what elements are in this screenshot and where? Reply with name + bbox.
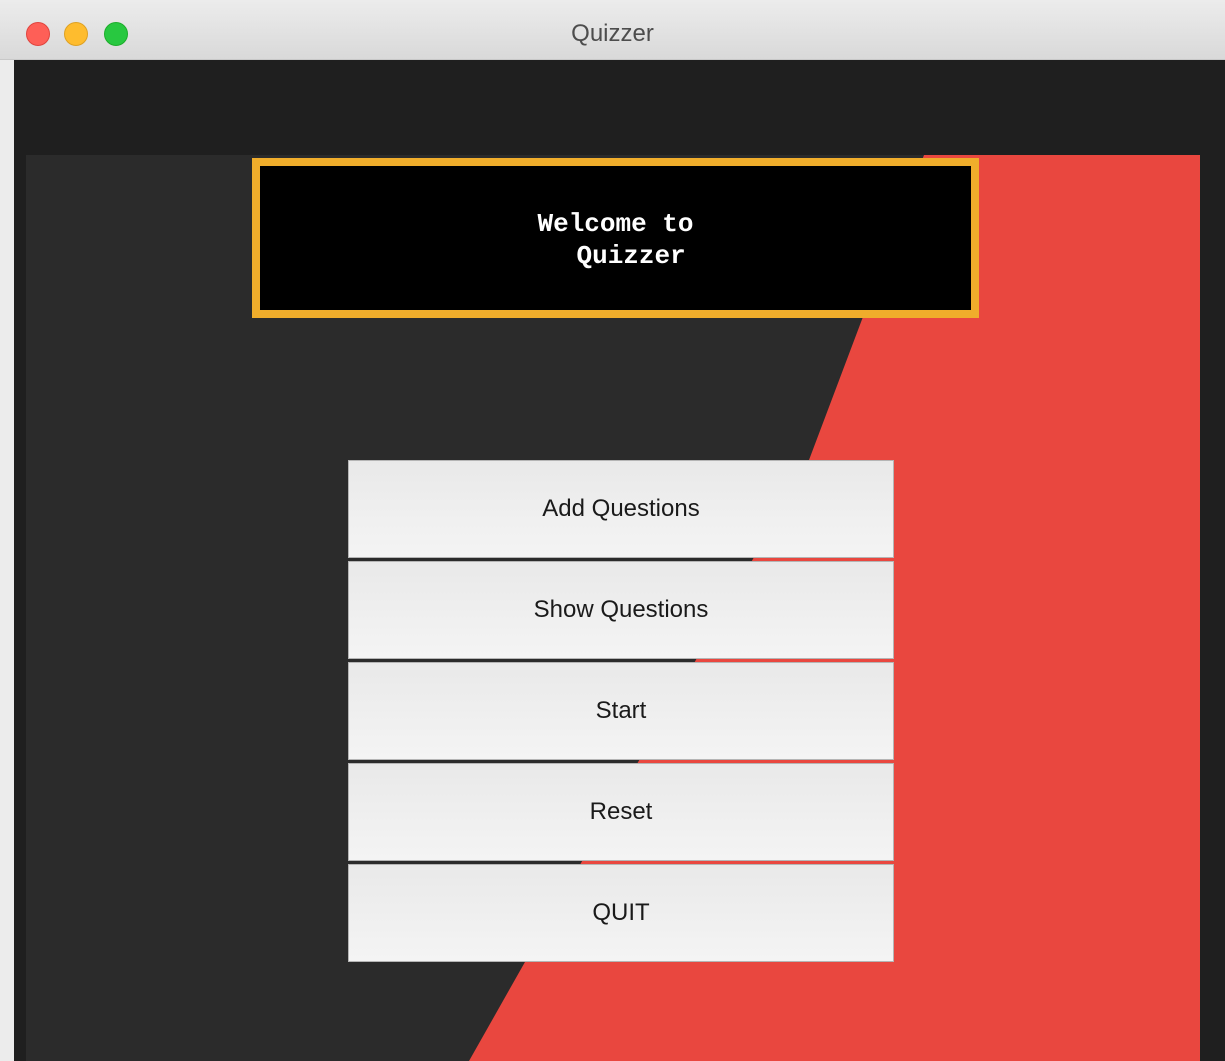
background-right-frame <box>1200 155 1225 1061</box>
main-menu: Add Questions Show Questions Start Reset… <box>348 460 894 965</box>
welcome-text: Welcome to Quizzer <box>537 209 694 271</box>
window-title: Quizzer <box>571 20 654 47</box>
background-left-frame <box>14 155 26 1061</box>
welcome-banner: Welcome to Quizzer <box>252 158 979 318</box>
show-questions-button[interactable]: Show Questions <box>348 561 894 659</box>
quizzer-window: Quizzer Welcome to Quizzer Add Questions… <box>0 0 1225 1061</box>
main-content: Welcome to Quizzer Add Questions Show Qu… <box>14 60 1225 1061</box>
title-bar[interactable]: Quizzer <box>0 0 1225 60</box>
add-questions-button[interactable]: Add Questions <box>348 460 894 558</box>
quit-button[interactable]: QUIT <box>348 864 894 962</box>
reset-button[interactable]: Reset <box>348 763 894 861</box>
start-button[interactable]: Start <box>348 662 894 760</box>
background-top-frame <box>14 60 1225 155</box>
